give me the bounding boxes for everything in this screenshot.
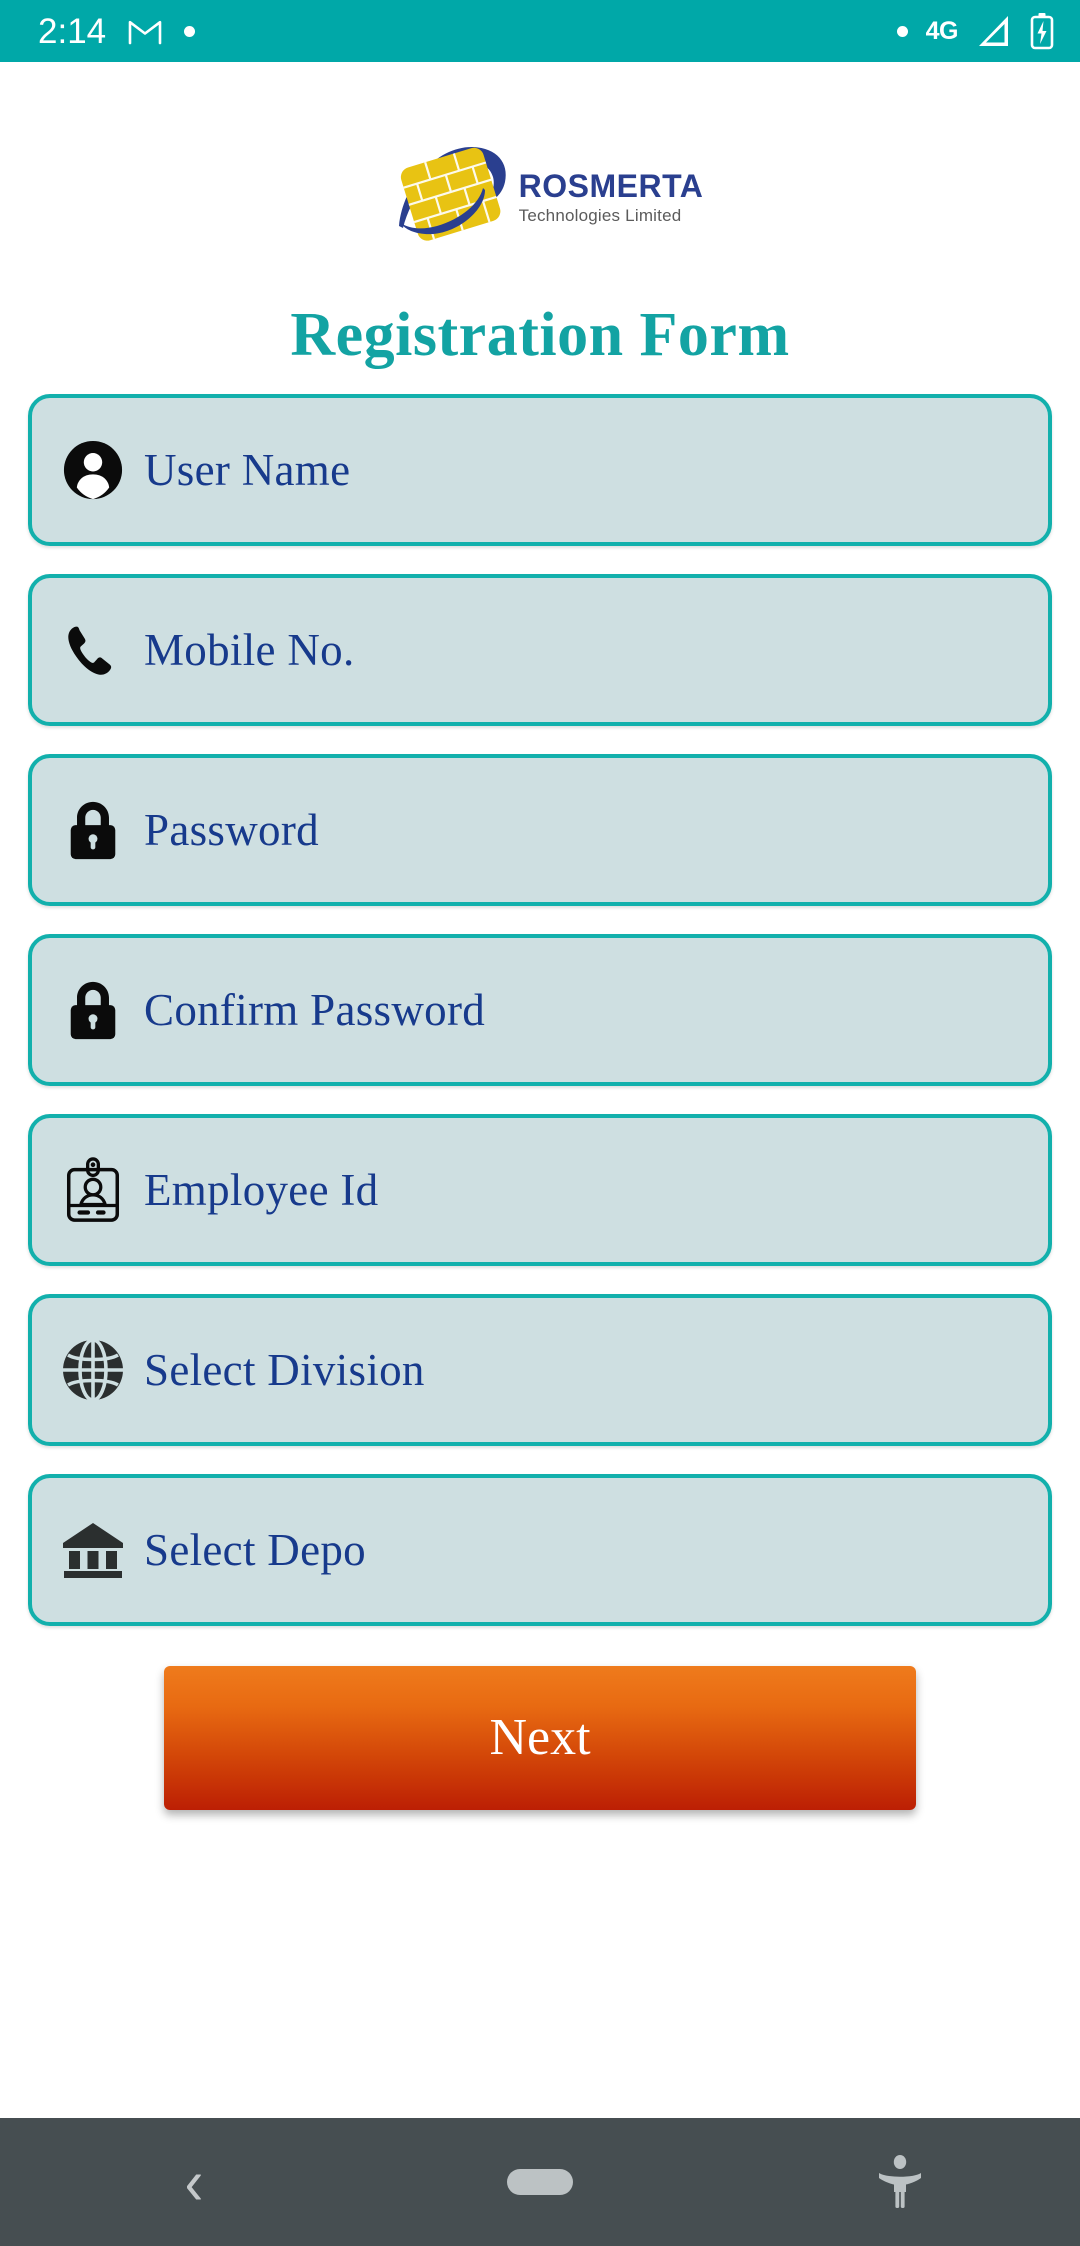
field-confirm-password-placeholder: Confirm Password: [144, 984, 486, 1035]
registration-fields: User Name Mobile No. Password Confirm Pa…: [28, 394, 1052, 1626]
id-badge-icon: [60, 1157, 126, 1223]
person-icon: [60, 437, 126, 503]
status-bar-clock: 2:14: [38, 11, 107, 51]
app-screen: 2:14 4G ROSMERTA Technologies Limited Re…: [0, 0, 1080, 2246]
chevron-left-icon: ‹: [184, 2145, 204, 2218]
field-select-division-placeholder: Select Division: [144, 1344, 425, 1395]
field-select-division[interactable]: Select Division: [28, 1294, 1052, 1446]
globe-icon: [60, 1337, 126, 1403]
notification-dot-icon: [184, 25, 196, 37]
nav-back-button[interactable]: ‹: [0, 2149, 360, 2213]
nav-accessibility-button[interactable]: [720, 2154, 1080, 2210]
field-employee-id[interactable]: Employee Id: [28, 1114, 1052, 1266]
field-select-depo[interactable]: Select Depo: [28, 1474, 1052, 1626]
bank-icon: [60, 1517, 126, 1583]
nav-home-button[interactable]: [360, 2169, 720, 2195]
home-pill-icon: [507, 2169, 573, 2195]
main-content: ROSMERTA Technologies Limited Registrati…: [0, 62, 1080, 2118]
android-navigation-bar: ‹: [0, 2118, 1080, 2246]
brand-logo: ROSMERTA Technologies Limited: [28, 130, 1052, 242]
page-title: Registration Form: [290, 301, 790, 369]
battery-charging-icon: [1030, 12, 1054, 50]
field-password[interactable]: Password: [28, 754, 1052, 906]
brand-name: ROSMERTA: [518, 167, 704, 204]
field-employee-id-placeholder: Employee Id: [144, 1164, 379, 1215]
brand-subtitle: Technologies Limited: [518, 205, 682, 225]
accessibility-icon: [876, 2154, 924, 2210]
field-password-placeholder: Password: [144, 804, 319, 855]
field-user-name[interactable]: User Name: [28, 394, 1052, 546]
next-button[interactable]: Next: [164, 1666, 916, 1810]
status-bar-right: 4G: [896, 12, 1054, 50]
signal-triangle-icon: [976, 14, 1012, 48]
field-mobile-no[interactable]: Mobile No.: [28, 574, 1052, 726]
field-select-depo-placeholder: Select Depo: [144, 1524, 366, 1575]
gmail-icon: [128, 18, 162, 45]
status-dot-icon: [896, 25, 908, 37]
phone-icon: [60, 617, 126, 683]
lock-icon: [60, 977, 126, 1043]
field-user-name-placeholder: User Name: [144, 444, 351, 495]
submit-row: Next: [28, 1666, 1052, 1810]
status-bar: 2:14 4G: [0, 0, 1080, 62]
network-type-label: 4G: [925, 16, 959, 45]
lock-icon: [60, 797, 126, 863]
field-mobile-no-placeholder: Mobile No.: [144, 624, 355, 675]
rosmerta-brick-swoosh-logo: [389, 130, 515, 242]
field-confirm-password[interactable]: Confirm Password: [28, 934, 1052, 1086]
status-bar-left: 2:14: [38, 11, 196, 51]
